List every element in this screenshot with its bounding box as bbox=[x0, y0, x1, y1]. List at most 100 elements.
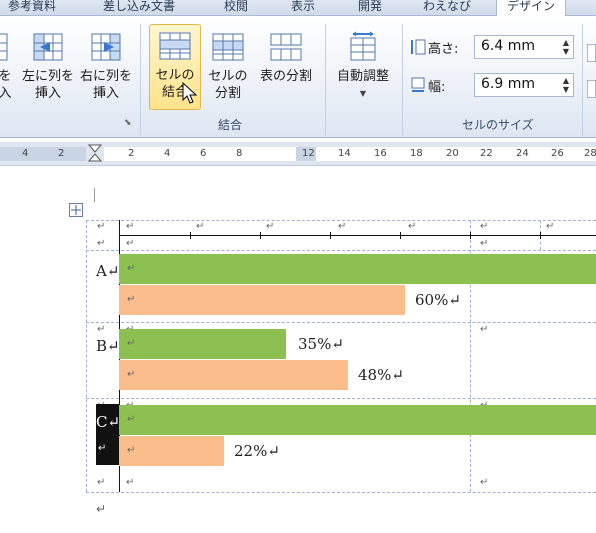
cell-mark: ↵ bbox=[97, 477, 106, 488]
ruler-tick: 16 bbox=[374, 148, 387, 159]
cell-mark: ↵ bbox=[480, 324, 489, 335]
row-height-icon bbox=[410, 38, 426, 60]
group-separator bbox=[582, 24, 583, 136]
cell-mark: ↵ bbox=[126, 477, 135, 488]
ruler-tick: 12 bbox=[302, 148, 315, 159]
cell-mark: ↵ bbox=[266, 221, 275, 232]
cell-mark: ↵ bbox=[480, 238, 489, 249]
tab-design[interactable]: デザイン bbox=[496, 0, 567, 16]
row-border bbox=[86, 398, 596, 399]
ruler-tick: 26 bbox=[551, 148, 564, 159]
insert-column-right-icon bbox=[88, 30, 124, 64]
insert-below-button[interactable]: を 入 bbox=[0, 30, 16, 102]
ruler-tick: 6 bbox=[200, 148, 207, 159]
data-label-orange: 22%↵ bbox=[234, 442, 280, 460]
ribbon-tabs: 参考資料 差し込み文書 校閲 表示 開発 わえなび デザイン bbox=[0, 0, 596, 16]
group-separator bbox=[140, 24, 141, 136]
mouse-cursor-icon bbox=[182, 81, 198, 110]
column-width-icon bbox=[410, 76, 426, 98]
column-width-field[interactable]: 6.9 mm ▲ ▼ bbox=[474, 73, 574, 97]
group-label-merge: 結合 bbox=[218, 118, 243, 132]
table-border bbox=[86, 220, 87, 492]
split-cells-icon bbox=[210, 30, 246, 64]
spinner-icon[interactable]: ▲ ▼ bbox=[563, 76, 569, 94]
table-border bbox=[86, 250, 596, 251]
bar-series-green bbox=[119, 329, 286, 359]
ruler-tick: 4 bbox=[22, 148, 29, 159]
ruler-tick: 14 bbox=[338, 148, 351, 159]
insert-left-button[interactable]: 左に列を 挿入 bbox=[20, 30, 76, 102]
document-page[interactable]: ↵ ↵ ↵ ↵ ↵ ↵ ↵ ↵ ↵ ↵ ↵ A↵ ↵ ↵ 60%↵ ↵ ↵ ↵ B↵ ↵ 35%↵ ↵ 48%↵ ↵ ↵ ↵ C↵ ↵… bbox=[0, 166, 596, 533]
split-table-label: 表の分割 bbox=[259, 69, 312, 84]
insert-right-button[interactable]: 右に列を 挿入 bbox=[78, 30, 134, 102]
ruler-margin bbox=[0, 147, 86, 161]
row-height-value: 6.4 mm bbox=[481, 38, 535, 54]
bar-series-orange bbox=[119, 360, 348, 390]
cell-mark: ↵ bbox=[127, 263, 136, 274]
insert-column-left-icon bbox=[30, 30, 66, 64]
ruler-tick: 2 bbox=[128, 148, 135, 159]
cell-mark: ↵ bbox=[98, 443, 107, 454]
dialog-launcher-icon[interactable]: ⬊ bbox=[124, 118, 132, 128]
cell-mark: ↵ bbox=[97, 238, 106, 249]
split-table-button[interactable]: 表の分割 bbox=[254, 30, 318, 85]
tab-review[interactable]: 校閲 bbox=[224, 0, 248, 16]
axis-tick bbox=[260, 232, 261, 239]
axis-tick bbox=[400, 232, 401, 239]
column-width-value: 6.9 mm bbox=[481, 76, 535, 92]
tab-references[interactable]: 参考資料 bbox=[8, 0, 56, 16]
chevron-down-icon: ▼ bbox=[359, 89, 367, 98]
split-cells-label-1: セルの bbox=[208, 69, 248, 84]
height-label: 高さ: bbox=[428, 42, 459, 57]
bar-series-green bbox=[119, 405, 596, 435]
ribbon: を 入 左に列を 挿入 右に列を 挿入 ⬊ セルの 結合 セルの 分割 表の分割… bbox=[0, 16, 596, 138]
data-label-orange: 60%↵ bbox=[415, 291, 461, 309]
ruler-tick: 22 bbox=[480, 148, 493, 159]
group-label-cell-size: セルのサイズ bbox=[462, 118, 534, 132]
ruler-tick: 8 bbox=[236, 148, 243, 159]
insert-below-label-1: を bbox=[0, 69, 12, 84]
merge-cells-icon bbox=[157, 29, 193, 63]
row-label: A↵ bbox=[96, 262, 120, 280]
data-label-orange: 48%↵ bbox=[358, 366, 404, 384]
cell-mark: ↵ bbox=[480, 221, 489, 232]
row-label: B↵ bbox=[96, 337, 120, 355]
tab-view[interactable]: 表示 bbox=[291, 0, 315, 16]
tab-waenabi[interactable]: わえなび bbox=[423, 0, 471, 16]
split-cells-label-2: 分割 bbox=[214, 86, 241, 101]
cell-mark: ↵ bbox=[127, 414, 136, 425]
cell-mark: ↵ bbox=[127, 445, 136, 456]
split-table-icon bbox=[268, 30, 304, 64]
distribute-rows-icon[interactable] bbox=[586, 43, 596, 66]
group-separator bbox=[402, 24, 403, 136]
spinner-icon[interactable]: ▲ ▼ bbox=[563, 38, 569, 56]
group-separator bbox=[325, 24, 326, 136]
tab-mailings[interactable]: 差し込み文書 bbox=[103, 0, 175, 16]
insert-below-label-2: 入 bbox=[0, 86, 12, 101]
paragraph-mark: ↵ bbox=[96, 502, 107, 516]
width-label: 幅: bbox=[428, 80, 446, 95]
distribute-columns-icon[interactable] bbox=[586, 79, 596, 102]
insert-left-label-1: 左に列を bbox=[21, 69, 74, 84]
horizontal-ruler[interactable]: 4 2 2 4 6 8 12 14 16 18 20 22 24 26 28 bbox=[0, 142, 596, 166]
cell-mark: ↵ bbox=[126, 221, 135, 232]
bar-series-orange bbox=[119, 285, 405, 315]
autofit-icon bbox=[345, 30, 381, 64]
cell-mark: ↵ bbox=[127, 369, 136, 380]
row-height-field[interactable]: 6.4 mm ▲ ▼ bbox=[474, 35, 574, 59]
axis-tick bbox=[190, 232, 191, 239]
axis-tick bbox=[330, 232, 331, 239]
cell-mark: ↵ bbox=[97, 324, 106, 335]
cell-mark: ↵ bbox=[338, 221, 347, 232]
split-cells-button[interactable]: セルの 分割 bbox=[205, 30, 251, 102]
cell-mark: ↵ bbox=[480, 477, 489, 488]
insert-left-label-2: 挿入 bbox=[34, 86, 61, 101]
cell-mark: ↵ bbox=[196, 221, 205, 232]
cell-mark: ↵ bbox=[408, 221, 417, 232]
cell-mark: ↵ bbox=[97, 221, 106, 232]
chart-table[interactable]: ↵ ↵ ↵ ↵ ↵ ↵ ↵ ↵ ↵ ↵ ↵ A↵ ↵ ↵ 60%↵ ↵ ↵ ↵ B↵ ↵ 35%↵ ↵ 48%↵ ↵ ↵ ↵ C↵ ↵… bbox=[0, 166, 596, 533]
autofit-label: 自動調整 bbox=[336, 69, 389, 84]
tab-developer[interactable]: 開発 bbox=[358, 0, 382, 16]
autofit-button[interactable]: 自動調整 ▼ bbox=[330, 30, 396, 102]
row-label: C↵ bbox=[96, 413, 121, 431]
